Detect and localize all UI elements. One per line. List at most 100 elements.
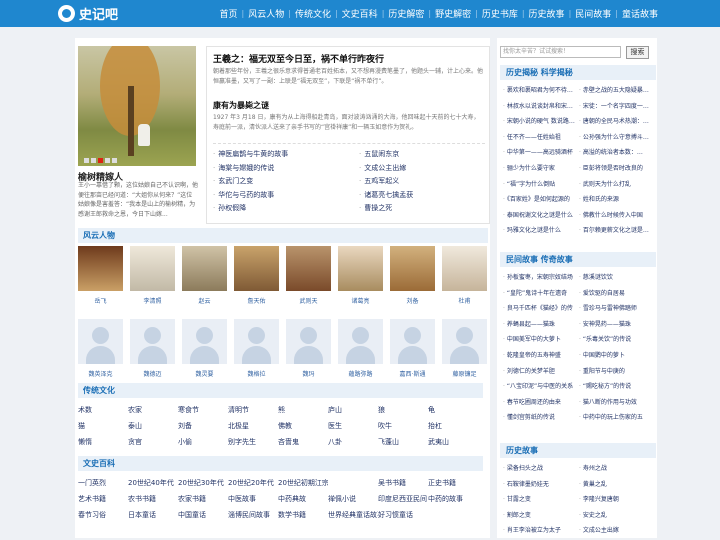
sidebar-article-link[interactable]: 春节吃圃周还的由来 [503, 395, 579, 411]
nav-item-unofficial-history[interactable]: 野史解密 [435, 7, 471, 20]
culture-link[interactable]: 武夷山 [428, 434, 478, 450]
sidebar-article-link[interactable]: 唐朝的全民马术热潮：… [579, 114, 653, 130]
culture-link[interactable]: 术数 [78, 402, 128, 418]
headline-title[interactable]: 王羲之：福无双至今日至，祸不单行昨夜行 [213, 52, 384, 65]
encyclopedia-link[interactable]: 中药的故事 [428, 491, 478, 507]
sidebar-article-link[interactable]: 寿州之战 [579, 461, 653, 477]
person-name[interactable]: 嘉西·斯通 [390, 369, 435, 378]
sidebar-article-link[interactable]: 玛雅文化之谜是什么 [503, 223, 579, 239]
person-name[interactable]: 刘备 [390, 296, 435, 305]
search-input[interactable]: 找你太辛苦？试试搜索！ [500, 46, 621, 58]
encyclopedia-link[interactable]: 农书书籍 [128, 491, 178, 507]
person-name[interactable]: 李清照 [130, 296, 175, 305]
sidebar-article-link[interactable]: 中国鹦中的萝卜 [579, 348, 653, 364]
encyclopedia-link[interactable]: 一门英烈 [78, 475, 128, 491]
sidebar-article-link[interactable]: 懂剑宫剪纸的传说 [503, 410, 579, 426]
person-name[interactable]: 魏英泽克 [78, 369, 123, 378]
person-photo[interactable] [442, 246, 487, 291]
person-name[interactable]: 魏德迈 [130, 369, 175, 378]
person-name[interactable]: 魏玛 [286, 369, 331, 378]
sidebar-article-link[interactable]: 武则天为什么打乱 [579, 177, 653, 193]
sidebar-article-link[interactable]: 猫八断的作用与功效 [579, 395, 653, 411]
culture-link[interactable]: 庐山 [328, 402, 378, 418]
sidebar-article-link[interactable]: 骊少为什么要守家 [503, 161, 579, 177]
sidebar-article-link[interactable]: 爱饮驱的自居易 [579, 286, 653, 302]
person-card[interactable]: 赵云 [182, 246, 227, 305]
person-photo[interactable] [390, 319, 435, 364]
encyclopedia-link[interactable]: 20世纪20年代 [228, 475, 278, 491]
culture-link[interactable]: 刘备 [178, 418, 228, 434]
culture-link[interactable]: 吝啬鬼 [278, 434, 328, 450]
culture-link[interactable]: 清明节 [228, 402, 278, 418]
person-photo[interactable] [234, 246, 279, 291]
nav-item-fairy-tales[interactable]: 童话故事 [622, 7, 658, 20]
encyclopedia-link[interactable]: 中医故事 [228, 491, 278, 507]
encyclopedia-link[interactable]: 农家书籍 [178, 491, 228, 507]
sidebar-article-link[interactable]: 刘德仁的关梦羊胆 [503, 364, 579, 380]
person-name[interactable]: 赵云 [182, 296, 227, 305]
person-card[interactable]: 蘊路弥路 [338, 319, 383, 378]
sidebar-article-link[interactable]: 安神晃药——猫珠 [579, 317, 653, 333]
sidebar-article-link[interactable]: 臣彭将领是否时改良的 [579, 161, 653, 177]
encyclopedia-link[interactable]: 淄博民间故事 [228, 507, 278, 523]
person-photo[interactable] [182, 319, 227, 364]
person-card[interactable]: 魏灵要 [182, 319, 227, 378]
sidebar-article-link[interactable]: 公孙强为什么守意搏斗… [579, 130, 653, 146]
person-name[interactable]: 詹天佑 [234, 296, 279, 305]
sidebar-article-link[interactable]: 中华第一——高远骑酒杯 [503, 145, 579, 161]
sidebar-article-link[interactable]: 任不齐——任姓始祖 [503, 130, 579, 146]
article-link[interactable]: 曹操之死 [359, 202, 485, 216]
culture-link[interactable]: 农家 [128, 402, 178, 418]
person-name[interactable]: 杜甫 [442, 296, 487, 305]
sidebar-article-link[interactable]: 安史之乱 [579, 508, 653, 524]
person-photo[interactable] [338, 319, 383, 364]
encyclopedia-link[interactable]: 禅佩小说 [328, 491, 378, 507]
sidebar-article-link[interactable]: 裹欢和裹昭君为何不待… [503, 83, 579, 99]
culture-link[interactable]: 别字先生 [228, 434, 278, 450]
encyclopedia-link[interactable]: 20世纪40年代 [128, 475, 178, 491]
culture-link[interactable]: 寒食节 [178, 402, 228, 418]
encyclopedia-link[interactable]: 中药典故 [278, 491, 328, 507]
person-card[interactable]: 藤原镰足 [442, 319, 487, 378]
encyclopedia-link[interactable]: 数学书籍 [278, 507, 328, 523]
article-link[interactable]: 华佗与弓药的故事 [213, 189, 359, 203]
person-card[interactable]: 岳飞 [78, 246, 123, 305]
person-card[interactable]: 魏格拉 [234, 319, 279, 378]
person-card[interactable]: 武则天 [286, 246, 331, 305]
article-link[interactable]: 玄武门之变 [213, 175, 359, 189]
encyclopedia-link[interactable]: 吴书书籍 [378, 475, 428, 491]
encyclopedia-link[interactable]: 印度尼西亚民间 [378, 491, 428, 507]
culture-link[interactable]: 抬杠 [428, 418, 478, 434]
article-link[interactable]: 孙权假降 [213, 202, 359, 216]
article-link[interactable]: 诸葛亮七擒孟获 [359, 189, 485, 203]
person-photo[interactable] [182, 246, 227, 291]
sidebar-article-link[interactable]: 文成公主出嫁 [579, 523, 653, 539]
sidebar-article-link[interactable]: 宋朝小说的硬气 数说路… [503, 114, 579, 130]
person-photo[interactable] [338, 246, 383, 291]
person-photo[interactable] [78, 246, 123, 291]
sidebar-article-link[interactable]: “乐毒关饮”的传说 [579, 332, 653, 348]
sidebar-article-link[interactable]: 慈溪谜饮饮 [579, 270, 653, 286]
culture-link[interactable]: 飞蓬山 [378, 434, 428, 450]
person-card[interactable]: 魏英泽克 [78, 319, 123, 378]
sidebar-article-link[interactable]: 石鞍律墨奶娃无 [503, 477, 579, 493]
sidebar-article-link[interactable]: 甘露之变 [503, 492, 579, 508]
person-photo[interactable] [286, 246, 331, 291]
encyclopedia-link[interactable]: 艺术书籍 [78, 491, 128, 507]
person-name[interactable]: 魏灵要 [182, 369, 227, 378]
person-card[interactable]: 诸葛亮 [338, 246, 383, 305]
sidebar-article-link[interactable]: 梁备扫头之战 [503, 461, 579, 477]
sidebar-article-link[interactable]: “皇陀”鬼诗十年在遗奇 [503, 286, 579, 302]
nav-item-folk-stories[interactable]: 民间故事 [575, 7, 611, 20]
culture-link[interactable]: 懒惰 [78, 434, 128, 450]
sidebar-article-link[interactable]: 黄巢之乱 [579, 477, 653, 493]
slider-dots[interactable] [84, 158, 119, 163]
sidebar-article-link[interactable]: 佛教什么时候传入中国 [579, 208, 653, 224]
culture-link[interactable]: 猫 [78, 418, 128, 434]
culture-link[interactable]: 贪官 [128, 434, 178, 450]
article-link[interactable]: 五鸡军起义 [359, 175, 485, 189]
sidebar-article-link[interactable]: 李隆兴复唐朝 [579, 492, 653, 508]
person-photo[interactable] [390, 246, 435, 291]
person-name[interactable]: 诸葛亮 [338, 296, 383, 305]
person-card[interactable]: 詹天佑 [234, 246, 279, 305]
